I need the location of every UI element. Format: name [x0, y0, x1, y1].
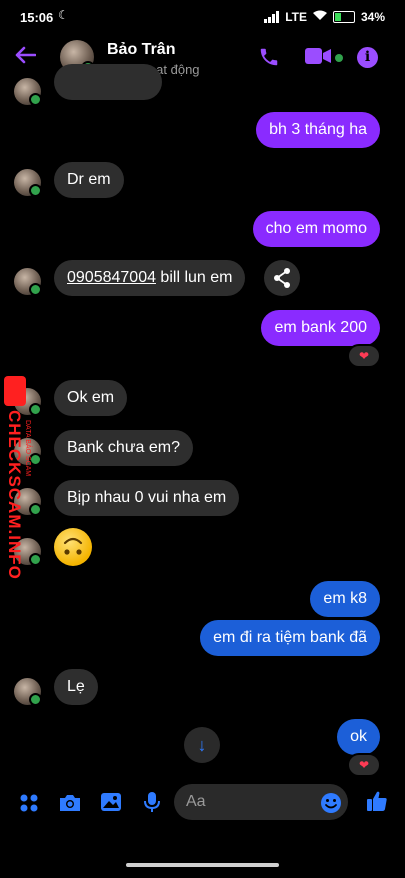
wifi-icon: [312, 10, 327, 24]
message-avatar: [14, 169, 42, 197]
video-icon[interactable]: [305, 47, 331, 70]
incoming-message[interactable]: 0905847004 bill lun em: [54, 260, 246, 296]
info-icon[interactable]: i: [357, 47, 378, 68]
message-avatar: [14, 78, 42, 106]
heart-reaction-icon[interactable]: ❤: [347, 753, 381, 777]
battery-icon: [332, 11, 355, 23]
outgoing-message[interactable]: cho em momo: [252, 211, 380, 247]
scroll-down-icon[interactable]: ↓: [184, 727, 220, 763]
video-active-dot: [335, 54, 343, 62]
outgoing-message[interactable]: em đi ra tiệm bank đã: [200, 620, 380, 656]
emoji-icon[interactable]: [320, 792, 342, 819]
mic-icon[interactable]: [144, 791, 160, 818]
outgoing-message[interactable]: em k8: [310, 581, 380, 617]
image-icon[interactable]: [100, 792, 122, 817]
incoming-message[interactable]: Dr em: [54, 162, 124, 198]
outgoing-message[interactable]: bh 3 tháng ha: [256, 112, 380, 148]
contact-name[interactable]: Bảo Trân: [107, 41, 175, 59]
upside-down-face-emoji-icon[interactable]: [54, 528, 92, 566]
heart-reaction-icon[interactable]: ❤: [347, 344, 381, 368]
watermark-badge-icon: [4, 376, 26, 406]
home-indicator[interactable]: [126, 863, 279, 867]
watermark-subtext: DATA BÁO SCAM: [24, 420, 31, 477]
apps-icon[interactable]: [19, 793, 39, 818]
phone-number-link[interactable]: 0905847004: [67, 269, 156, 286]
incoming-message[interactable]: Bịp nhau 0 vui nha em: [54, 480, 240, 516]
back-arrow-icon[interactable]: [14, 42, 37, 68]
message-avatar: [14, 268, 42, 296]
incoming-message[interactable]: Ok em: [54, 380, 128, 416]
like-icon[interactable]: [366, 790, 388, 817]
camera-icon[interactable]: [58, 793, 82, 818]
incoming-message[interactable]: Lẹ: [54, 669, 98, 705]
status-time: 15:06: [20, 10, 54, 25]
status-right: LTE 34%: [264, 10, 385, 24]
phone-icon[interactable]: [258, 46, 280, 73]
incoming-message-partial: [54, 64, 162, 100]
message-avatar: [14, 678, 42, 706]
outgoing-message[interactable]: ok: [337, 719, 380, 755]
incoming-message[interactable]: Bank chưa em?: [54, 430, 193, 466]
dnd-moon-icon: ☾: [58, 8, 69, 22]
network-type: LTE: [285, 10, 307, 24]
signal-icon: [264, 11, 280, 23]
outgoing-message[interactable]: em bank 200: [261, 310, 380, 346]
battery-percent: 34%: [360, 10, 385, 24]
status-bar: 15:06 ☾ LTE 34%: [0, 0, 405, 36]
message-text: bill lun em: [155, 269, 233, 286]
share-icon[interactable]: [264, 260, 300, 296]
watermark-text: CHECKSCAM.INFO: [5, 410, 24, 580]
message-input-placeholder: Aa: [186, 793, 206, 810]
